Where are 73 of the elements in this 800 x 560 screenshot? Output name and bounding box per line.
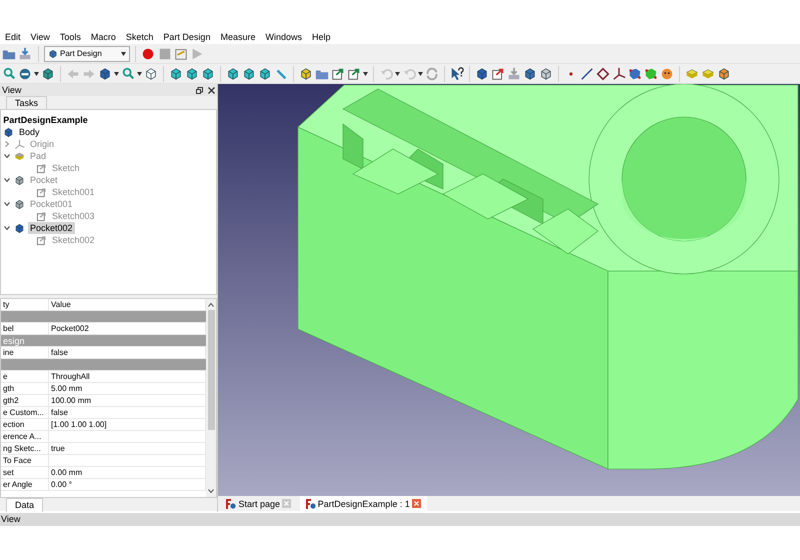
tree-item[interactable]: Sketch003 — [50, 210, 97, 222]
property-name: ng Sketc... — [1, 443, 49, 455]
zoom-icon[interactable] — [2, 66, 16, 80]
float-icon[interactable] — [196, 86, 204, 94]
tree-item[interactable]: Pocket002 — [28, 222, 75, 234]
menu-item[interactable]: Measure — [215, 30, 260, 44]
tree-item[interactable]: Sketch — [50, 162, 82, 174]
box-icon[interactable] — [98, 66, 112, 80]
pad-icon[interactable] — [14, 150, 25, 162]
caret-icon[interactable] — [363, 72, 368, 76]
property-name: gth2 — [1, 395, 49, 407]
caret-icon[interactable] — [120, 52, 126, 56]
body-icon[interactable] — [3, 126, 14, 138]
no-entry-icon[interactable] — [18, 66, 32, 80]
cube-view-icon[interactable] — [41, 66, 55, 80]
caret-icon[interactable] — [34, 72, 39, 76]
panel-tab[interactable]: Data — [6, 498, 44, 512]
menu-item[interactable]: Edit — [0, 30, 26, 44]
property-name: erence A... — [1, 431, 49, 443]
property-name: e Custom... — [1, 407, 49, 419]
close-icon[interactable] — [208, 86, 215, 94]
document-title[interactable]: PartDesignExample — [1, 114, 216, 126]
menu-item[interactable]: Help — [306, 30, 336, 44]
document-tab[interactable]: PartDesignExample : 1 — [300, 496, 428, 511]
menu-item[interactable]: Windows — [260, 30, 307, 44]
tree-item[interactable]: Sketch002 — [50, 234, 97, 246]
cube-icon[interactable] — [169, 66, 183, 80]
tree-item[interactable]: Origin — [28, 138, 56, 150]
tree-item[interactable]: Body — [17, 126, 42, 138]
status-text: View — [1, 514, 20, 524]
menu-item[interactable]: View — [26, 30, 55, 44]
property-name: gth — [1, 383, 49, 395]
caret-icon[interactable] — [137, 72, 142, 76]
caret-icon[interactable] — [395, 72, 400, 76]
axes-icon[interactable] — [612, 66, 626, 80]
panel-tab[interactable]: Tasks — [6, 96, 48, 109]
property-name: er Angle — [1, 479, 49, 491]
workbench-dropdown[interactable]: Part Design — [44, 46, 130, 62]
line-icon[interactable] — [580, 66, 594, 80]
app-logo-icon — [306, 498, 316, 508]
menu-item[interactable]: Tools — [54, 30, 86, 44]
menu-item[interactable]: Macro — [86, 30, 121, 44]
property-name: set — [1, 467, 49, 479]
cube-icon[interactable] — [185, 66, 199, 80]
menu-item[interactable]: Part Design — [158, 30, 216, 44]
cube-icon[interactable] — [258, 66, 272, 80]
face-icon[interactable] — [660, 66, 674, 80]
edit-icon[interactable] — [174, 46, 188, 60]
help-cursor-icon[interactable] — [450, 66, 464, 80]
export-icon[interactable] — [347, 66, 361, 80]
scrollbar[interactable] — [206, 299, 216, 497]
pad-icon[interactable] — [685, 66, 699, 80]
cube-icon[interactable] — [144, 66, 158, 80]
panel-title: View — [2, 84, 22, 96]
menu-item[interactable]: Sketch — [120, 30, 158, 44]
record-icon[interactable] — [141, 46, 156, 60]
app-logo-icon — [226, 498, 236, 508]
property-name: e — [1, 371, 49, 383]
cube-icon[interactable] — [201, 66, 215, 80]
caret-icon[interactable] — [114, 72, 119, 76]
scrollbar-thumb[interactable] — [208, 310, 214, 430]
tree-item[interactable]: Sketch001 — [50, 186, 97, 198]
body-icon[interactable] — [475, 66, 489, 80]
export-icon[interactable] — [331, 66, 345, 80]
save-icon[interactable] — [18, 46, 32, 60]
cube-icon[interactable] — [226, 66, 240, 80]
workbench-icon[interactable] — [48, 48, 58, 58]
cube-icon[interactable] — [242, 66, 256, 80]
property-name: To Face — [1, 455, 49, 467]
diamond-icon[interactable] — [596, 66, 610, 80]
property-name: ection — [1, 419, 49, 431]
caret-icon[interactable] — [418, 72, 423, 76]
3d-viewport[interactable] — [218, 84, 800, 496]
